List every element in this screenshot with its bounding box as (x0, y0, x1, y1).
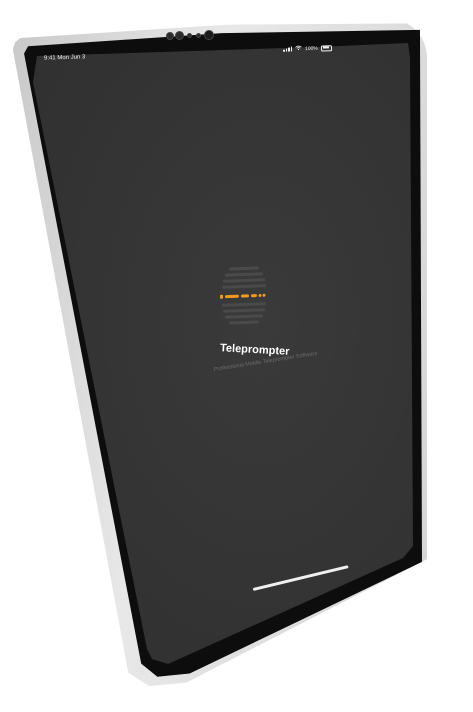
camera-dot-icon (196, 33, 201, 38)
camera-dot-icon (166, 32, 174, 40)
battery-icon (320, 44, 332, 52)
battery-percent: 100% (304, 45, 318, 52)
device-mockup: 9:41 Mon Jun 3 100% Teleprompter Profess… (0, 0, 473, 712)
wifi-icon (295, 45, 302, 52)
front-camera-array (160, 30, 220, 42)
signal-icon (283, 46, 293, 52)
camera-dot-icon (187, 33, 192, 38)
camera-dot-icon (175, 31, 184, 40)
teleprompter-logo-icon (219, 264, 269, 328)
camera-lens-icon (204, 30, 214, 40)
